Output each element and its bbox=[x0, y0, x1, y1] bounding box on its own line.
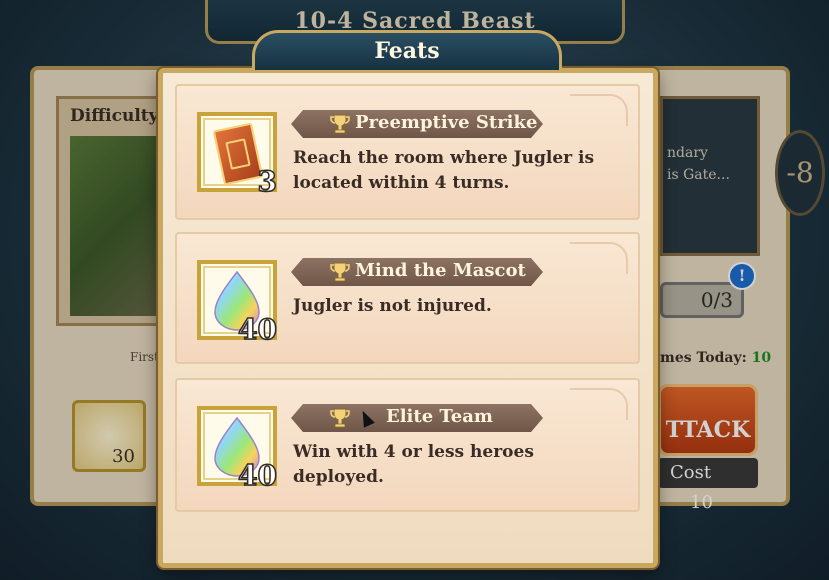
ornament-flourish bbox=[570, 94, 628, 126]
dialog-title: Feats bbox=[374, 38, 440, 64]
card-icon bbox=[212, 122, 264, 186]
feat-title-banner: Preemptive Strike bbox=[291, 110, 543, 138]
trophy-icon bbox=[329, 113, 351, 135]
reward-count: 40 bbox=[237, 312, 277, 347]
reward-count: 40 bbox=[237, 458, 277, 493]
feat-title: Elite Team bbox=[386, 406, 493, 427]
feats-dialog-header: Feats bbox=[252, 30, 562, 70]
feat-card: 40 Elite Team Win with 4 or less heroes … bbox=[175, 378, 640, 512]
feat-card: 40 Mind the Mascot Jugler is not injured… bbox=[175, 232, 640, 364]
trophy-icon bbox=[329, 407, 351, 429]
feat-title: Mind the Mascot bbox=[355, 260, 526, 281]
feat-reward-frame: 40 bbox=[197, 406, 278, 493]
feat-reward-frame: 3 bbox=[197, 112, 278, 199]
feat-title-banner: Mind the Mascot bbox=[291, 258, 543, 286]
feat-title: Preemptive Strike bbox=[355, 112, 538, 133]
feat-description: Jugler is not injured. bbox=[293, 296, 492, 316]
feat-reward-frame: 40 bbox=[197, 260, 278, 347]
ornament-flourish bbox=[570, 242, 628, 274]
reward-count: 3 bbox=[257, 164, 278, 199]
feat-description: Reach the room where Jugler is located w… bbox=[293, 148, 595, 193]
feat-card: 3 Preemptive Strike Reach the room where… bbox=[175, 84, 640, 220]
ornament-flourish bbox=[570, 388, 628, 420]
feat-title-banner: Elite Team bbox=[291, 404, 543, 432]
feat-description: Win with 4 or less heroes deployed. bbox=[293, 442, 534, 487]
trophy-icon bbox=[329, 261, 351, 283]
